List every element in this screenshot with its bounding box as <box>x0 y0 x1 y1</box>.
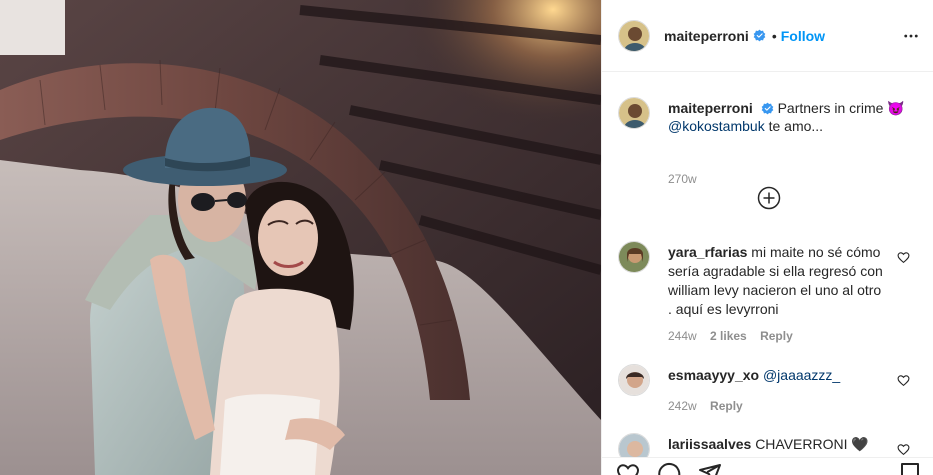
comment-mention[interactable]: @jaaaazzz_ <box>763 367 840 383</box>
avatar-image <box>619 365 649 395</box>
comment-text: yara_rfarias mi maite no sé cómo sería a… <box>668 243 888 319</box>
post-details-panel: maiteperroni • Follow maiteperroni Partn… <box>601 0 933 475</box>
avatar[interactable] <box>618 97 650 129</box>
comment-timestamp[interactable]: 242w <box>668 399 697 413</box>
comments-list[interactable]: maiteperroni Partners in crime 😈 @kokost… <box>602 73 933 457</box>
verified-badge-icon <box>761 102 774 115</box>
caption-mention[interactable]: @kokostambuk <box>668 118 765 134</box>
caption-text: maiteperroni Partners in crime 😈 @kokost… <box>668 99 908 135</box>
heart-icon[interactable] <box>616 462 640 475</box>
caption-username[interactable]: maiteperroni <box>668 100 753 116</box>
comment-text: esmaayyy_xo @jaaaazzz_ <box>668 366 888 385</box>
avatar-image <box>619 98 649 128</box>
comment-timestamp[interactable]: 244w <box>668 329 697 343</box>
post-photo[interactable] <box>0 0 601 475</box>
post-image <box>0 0 601 475</box>
heart-icon[interactable] <box>897 443 910 456</box>
avatar[interactable] <box>618 364 650 396</box>
author-username[interactable]: maiteperroni <box>664 28 749 44</box>
heart-icon[interactable] <box>897 251 910 264</box>
caption-timestamp[interactable]: 270w <box>668 172 697 186</box>
reply-button[interactable]: Reply <box>710 399 743 413</box>
comment-bubble-icon[interactable] <box>657 462 681 475</box>
comment-username[interactable]: esmaayyy_xo <box>668 367 759 383</box>
post-actions-bar <box>602 457 933 475</box>
bookmark-icon[interactable] <box>898 462 922 475</box>
comment-text: lariissaalves CHAVERRONI 🖤 <box>668 435 888 454</box>
comment-username[interactable]: yara_rfarias <box>668 244 747 260</box>
post-header: maiteperroni • Follow <box>602 0 933 72</box>
avatar-image <box>619 20 649 51</box>
avatar[interactable] <box>618 19 650 52</box>
plus-circle-icon[interactable] <box>757 186 781 210</box>
heart-icon[interactable] <box>897 374 910 387</box>
follow-button[interactable]: Follow <box>781 28 825 44</box>
comment-likes[interactable]: 2 likes <box>710 329 747 343</box>
comment-username[interactable]: lariissaalves <box>668 436 751 452</box>
caption-body: Partners in crime 😈 <box>777 100 905 116</box>
paper-plane-icon[interactable] <box>698 462 722 475</box>
reply-button[interactable]: Reply <box>760 329 793 343</box>
comment-actions: 244w 2 likes Reply <box>668 329 803 343</box>
comment-body: CHAVERRONI 🖤 <box>755 436 869 452</box>
verified-badge-icon <box>753 29 766 42</box>
avatar-image <box>619 242 649 272</box>
avatar[interactable] <box>618 433 650 457</box>
caption-body-end: te amo... <box>764 118 824 134</box>
more-options-icon[interactable] <box>902 27 920 45</box>
avatar[interactable] <box>618 241 650 273</box>
separator-dot: • <box>771 27 777 44</box>
avatar-image <box>619 434 649 457</box>
comment-actions: 242w Reply <box>668 399 753 413</box>
